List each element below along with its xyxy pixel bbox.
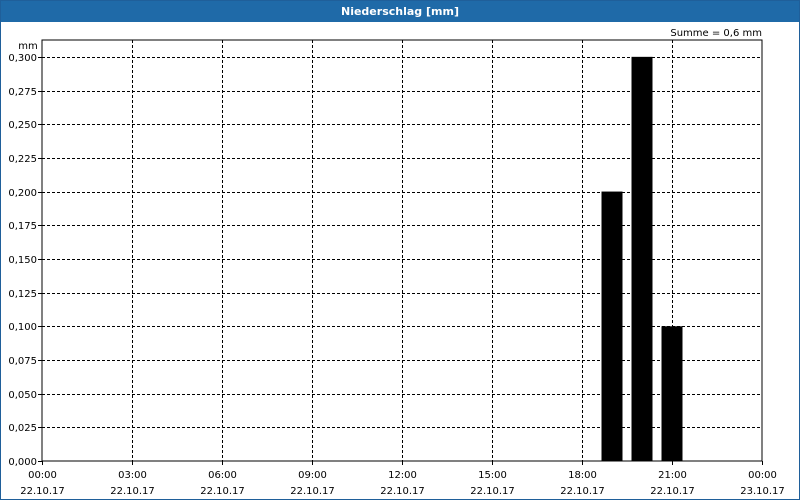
- x-tick-time-label: 12:00: [388, 470, 417, 481]
- x-tick-time-label: 15:00: [478, 470, 507, 481]
- y-tick-label: 0,025: [8, 423, 37, 434]
- y-tick-label: 0,125: [8, 289, 37, 300]
- y-tick-label: 0,150: [8, 255, 37, 266]
- x-tick-date-label: 22.10.17: [20, 486, 65, 497]
- precipitation-bar: [631, 56, 653, 462]
- x-tick-date-label: 22.10.17: [560, 486, 605, 497]
- y-tick-label: 0,175: [8, 221, 37, 232]
- precipitation-chart: 0,000 0,025 0,050 0,075 0,100 0,125 0,150 0,175…: [8, 28, 785, 497]
- sum-label: Summe = 0,6 mm: [670, 28, 762, 39]
- y-tick-label: 0,200: [8, 188, 37, 199]
- x-tick-date-label: 22.10.17: [200, 486, 245, 497]
- y-tick-label: 0,100: [8, 322, 37, 333]
- y-tick-label: 0,000: [8, 457, 37, 468]
- y-unit-label: mm: [18, 41, 37, 52]
- x-tick-date-label: 23.10.17: [740, 486, 785, 497]
- y-tick-label: 0,050: [8, 390, 37, 401]
- x-tick-date-label: 22.10.17: [110, 486, 155, 497]
- x-tick-time-label: 03:00: [118, 470, 147, 481]
- x-tick-time-label: 09:00: [298, 470, 327, 481]
- precipitation-bar: [661, 326, 683, 461]
- x-tick-date-label: 22.10.17: [470, 486, 515, 497]
- x-tick-time-label: 18:00: [568, 470, 597, 481]
- x-tick-date-label: 22.10.17: [290, 486, 335, 497]
- y-tick-label: 0,075: [8, 356, 37, 367]
- x-tick-date-label: 22.10.17: [650, 486, 695, 497]
- x-tick-date-label: 22.10.17: [380, 486, 425, 497]
- x-tick-time-label: 00:00: [748, 470, 777, 481]
- precipitation-bar: [601, 191, 623, 461]
- y-tick-label: 0,275: [8, 87, 37, 98]
- y-tick-label: 0,250: [8, 120, 37, 131]
- x-tick-time-label: 00:00: [28, 470, 57, 481]
- x-tick-time-label: 06:00: [208, 470, 237, 481]
- y-tick-label: 0,225: [8, 154, 37, 165]
- x-tick-time-label: 21:00: [658, 470, 687, 481]
- y-tick-label: 0,300: [8, 53, 37, 64]
